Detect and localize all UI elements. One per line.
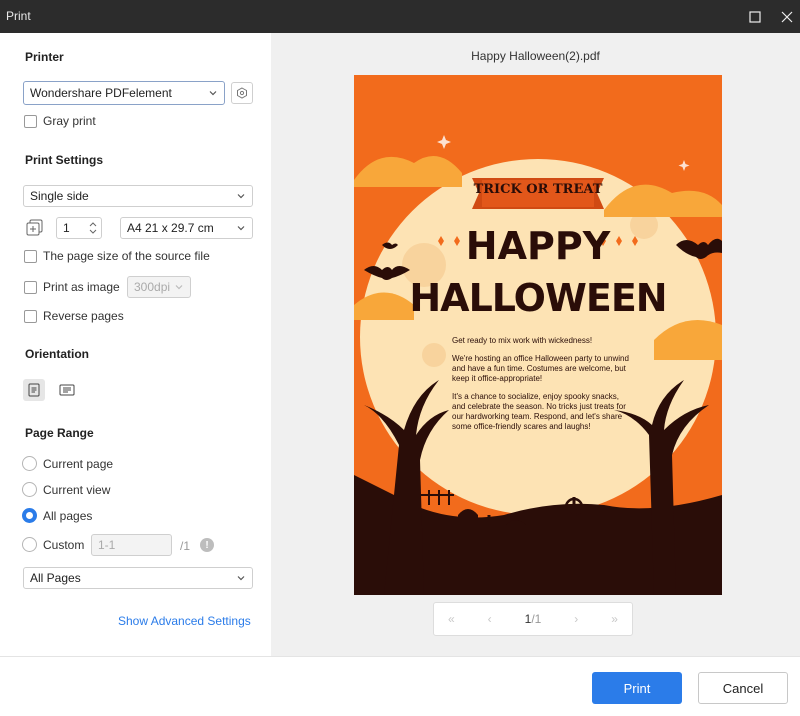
close-icon — [781, 11, 793, 23]
radio-circle — [22, 482, 37, 497]
dpi-value: 300dpi — [134, 280, 171, 294]
gray-print-label: Gray print — [43, 114, 96, 128]
poster-paragraph-1: Get ready to mix work with wickedness! — [452, 336, 593, 345]
copies-value: 1 — [63, 221, 70, 235]
checkbox-box — [24, 249, 37, 263]
previous-page-icon[interactable]: ‹ — [488, 612, 492, 626]
stepper-arrows-icon[interactable] — [89, 220, 97, 236]
current-page-label: Current page — [43, 456, 114, 471]
current-view-label: Current view — [43, 482, 111, 497]
poster-artwork — [354, 75, 722, 595]
chevron-down-icon — [237, 576, 245, 581]
portrait-icon — [28, 383, 40, 397]
source-page-size-checkbox[interactable]: The page size of the source file — [24, 249, 210, 263]
source-page-size-label: The page size of the source file — [43, 249, 210, 263]
poster-banner-text: TRICK OR TREAT — [473, 182, 603, 197]
custom-radio[interactable]: Custom — [22, 537, 84, 552]
orientation-heading: Orientation — [25, 347, 90, 361]
poster-paragraph-3: It's a chance to socialize, enjoy spooky… — [452, 392, 626, 431]
settings-icon — [237, 87, 247, 99]
page-subset-select[interactable]: All Pages — [23, 567, 253, 589]
maximize-icon — [749, 11, 761, 23]
print-as-image-checkbox[interactable]: Print as image — [24, 280, 120, 294]
page-indicator[interactable]: 1/1 — [525, 612, 542, 626]
page-navigator: « ‹ 1/1 › » — [433, 602, 633, 636]
poster-headline-2: HALLOWEEN — [409, 276, 667, 320]
next-page-icon[interactable]: › — [574, 612, 578, 626]
paper-size-value: A4 21 x 29.7 cm — [127, 221, 214, 235]
gray-print-checkbox[interactable]: Gray print — [24, 114, 96, 128]
printer-select[interactable]: Wondershare PDFelement — [23, 81, 225, 105]
checkbox-box — [24, 309, 37, 323]
copies-stepper[interactable]: 1 — [56, 217, 102, 239]
side-select-value: Single side — [30, 189, 89, 203]
title-bar: Print — [0, 0, 800, 33]
total-pages: /1 — [531, 612, 542, 626]
maximize-button[interactable] — [744, 6, 766, 28]
close-button[interactable] — [776, 6, 798, 28]
poster-headline-1: HAPPY — [465, 224, 611, 268]
show-advanced-settings-link[interactable]: Show Advanced Settings — [118, 614, 251, 628]
chevron-down-icon — [175, 285, 183, 290]
print-button[interactable]: Print — [592, 672, 682, 704]
preview-file-name: Happy Halloween(2).pdf — [471, 49, 600, 63]
custom-label: Custom — [43, 537, 85, 552]
chevron-down-icon — [237, 226, 245, 231]
chevron-down-icon — [209, 91, 217, 96]
first-page-icon[interactable]: « — [448, 612, 455, 626]
custom-range-placeholder: 1-1 — [98, 538, 116, 552]
page-range-heading: Page Range — [25, 426, 94, 440]
printer-heading: Printer — [25, 50, 64, 64]
printer-select-value: Wondershare PDFelement — [30, 86, 172, 100]
dpi-select[interactable]: 300dpi — [127, 276, 191, 298]
checkbox-box — [24, 280, 37, 294]
all-pages-label: All pages — [43, 508, 93, 523]
custom-range-total: /1 — [180, 539, 191, 553]
page-subset-value: All Pages — [30, 571, 81, 585]
dialog-footer: Print Cancel — [0, 656, 800, 716]
landscape-button[interactable] — [55, 379, 79, 401]
window-title: Print — [6, 9, 31, 23]
reverse-pages-checkbox[interactable]: Reverse pages — [24, 309, 124, 323]
checkbox-box — [24, 114, 37, 128]
printer-properties-button[interactable] — [231, 82, 253, 104]
poster-body: Get ready to mix work with wickedness! W… — [452, 336, 632, 432]
side-select[interactable]: Single side — [23, 185, 253, 207]
radio-circle-selected — [22, 508, 37, 523]
print-settings-heading: Print Settings — [25, 153, 104, 167]
reverse-pages-label: Reverse pages — [43, 309, 124, 323]
landscape-icon — [59, 384, 75, 396]
custom-range-input[interactable]: 1-1 — [91, 534, 172, 556]
preview-panel: Happy Halloween(2).pdf TRICK OR TREAT HA… — [271, 33, 800, 656]
last-page-icon[interactable]: » — [611, 612, 618, 626]
poster-paragraph-2: We're hosting an office Halloween party … — [452, 354, 629, 383]
radio-circle — [22, 456, 37, 471]
info-icon[interactable]: ! — [200, 538, 214, 552]
cancel-button[interactable]: Cancel — [698, 672, 788, 704]
radio-circle — [22, 537, 37, 552]
portrait-button[interactable] — [23, 379, 45, 401]
settings-panel: Printer Wondershare PDFelement Gray prin… — [0, 33, 271, 656]
all-pages-radio[interactable]: All pages — [22, 508, 92, 523]
current-view-radio[interactable]: Current view — [22, 482, 110, 497]
current-page-radio[interactable]: Current page — [22, 456, 113, 471]
print-as-image-label: Print as image — [43, 280, 120, 294]
paper-size-select[interactable]: A4 21 x 29.7 cm — [120, 217, 253, 239]
poster-preview: TRICK OR TREAT HAPPY HALLOWEEN Get ready… — [354, 75, 722, 595]
copies-icon — [26, 219, 43, 236]
chevron-down-icon — [237, 194, 245, 199]
